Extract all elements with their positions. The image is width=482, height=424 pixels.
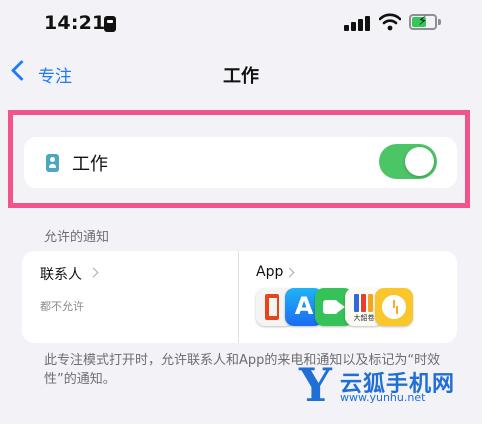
focus-mode-icon: [104, 16, 116, 32]
section-header: 允许的通知: [44, 230, 110, 245]
card-divider: [238, 251, 239, 343]
status-time: 14:21: [44, 12, 106, 34]
battery-tip: [438, 19, 441, 25]
apps-cell-title[interactable]: App: [256, 264, 283, 280]
battery-charging-icon: ⚡: [409, 14, 437, 30]
people-cell-subtitle: 都不允许: [40, 300, 84, 313]
cellular-signal-icon: [344, 15, 374, 31]
watermark-url: www.yunhu.net: [340, 391, 426, 404]
people-cell-title[interactable]: 联系人: [40, 264, 82, 284]
page-title: 工作: [223, 66, 259, 87]
wifi-icon: [379, 13, 401, 31]
highlight-frame: [8, 110, 470, 208]
watermark-logo-letter: Y: [299, 358, 332, 412]
clock-app-icon: [375, 288, 413, 326]
